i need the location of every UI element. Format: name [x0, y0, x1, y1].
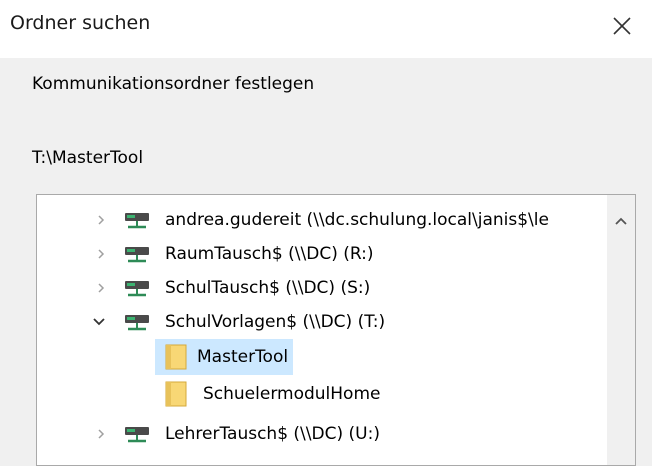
dialog-description: Kommunikationsordner festlegen: [32, 74, 315, 94]
scroll-up-arrow-icon[interactable]: [611, 211, 631, 231]
tree-item-label: SchuelermodulHome: [203, 384, 381, 404]
network-drive-icon: [123, 243, 151, 265]
folder-icon: [165, 343, 189, 371]
chevron-right-icon[interactable]: [93, 426, 109, 442]
tree-item-raumtausch[interactable]: RaumTausch$ (\\DC) (R:): [37, 237, 607, 271]
network-drive-icon: [123, 423, 151, 445]
chevron-right-icon[interactable]: [93, 212, 109, 228]
folder-tree[interactable]: andrea.gudereit (\\dc.schulung.local\jan…: [36, 194, 636, 466]
tree-item-label: MasterTool: [197, 347, 289, 367]
tree-item-andrea[interactable]: andrea.gudereit (\\dc.schulung.local\jan…: [37, 203, 607, 237]
close-icon: [613, 17, 631, 35]
tree-item-schulvorlagen[interactable]: SchulVorlagen$ (\\DC) (T:): [37, 305, 607, 339]
tree-item-mastertool[interactable]: MasterTool: [37, 340, 607, 374]
folder-icon: [165, 380, 189, 408]
chevron-down-icon[interactable]: [91, 314, 107, 330]
network-drive-icon: [123, 277, 151, 299]
window-title: Ordner suchen: [10, 12, 151, 34]
tree-item-label: andrea.gudereit (\\dc.schulung.local\jan…: [165, 210, 549, 230]
title-bar: Ordner suchen: [0, 0, 652, 58]
tree-item-label: RaumTausch$ (\\DC) (R:): [165, 244, 374, 264]
vertical-scrollbar[interactable]: [607, 195, 635, 465]
network-drive-icon: [123, 311, 151, 333]
chevron-right-icon[interactable]: [93, 246, 109, 262]
tree-item-label: LehrerTausch$ (\\DC) (U:): [165, 424, 380, 444]
network-drive-icon: [123, 209, 151, 231]
selected-path: T:\MasterTool: [32, 148, 144, 168]
tree-item-schultausch[interactable]: SchulTausch$ (\\DC) (S:): [37, 271, 607, 305]
tree-item-label: SchulVorlagen$ (\\DC) (T:): [165, 312, 386, 332]
chevron-right-icon[interactable]: [93, 280, 109, 296]
close-button[interactable]: [602, 6, 642, 46]
tree-item-lehrertausch[interactable]: LehrerTausch$ (\\DC) (U:): [37, 417, 607, 451]
tree-item-label: SchulTausch$ (\\DC) (S:): [165, 278, 371, 298]
tree-item-schuelermodulhome[interactable]: SchuelermodulHome: [37, 377, 607, 411]
